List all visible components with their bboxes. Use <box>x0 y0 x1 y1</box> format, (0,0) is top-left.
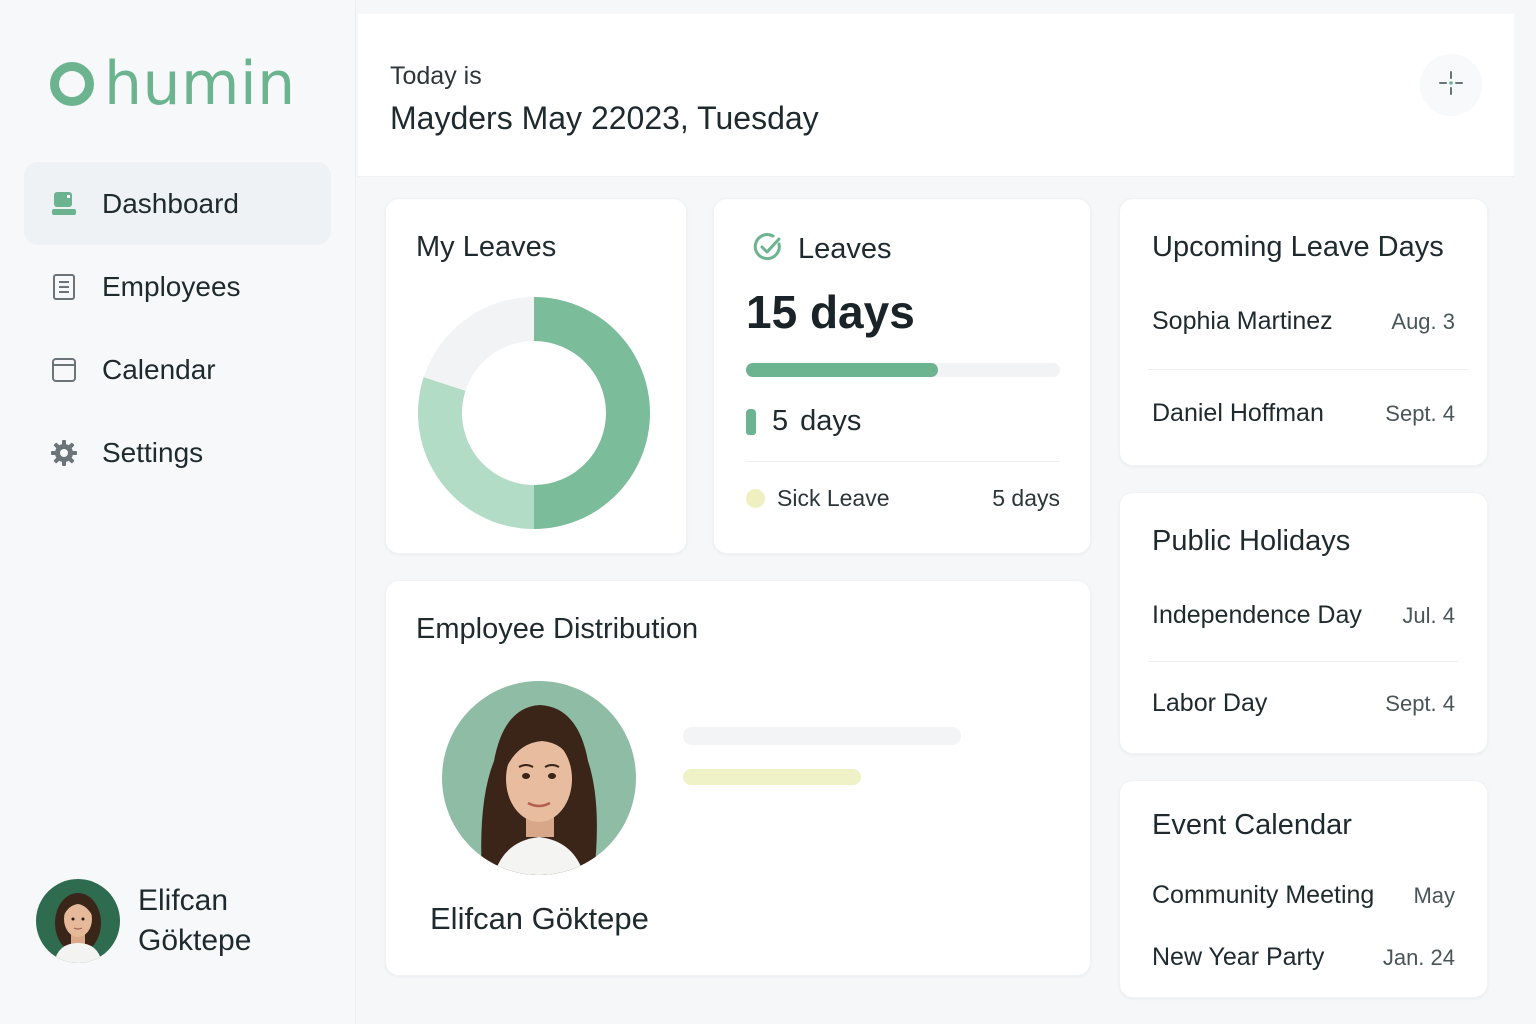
dashboard-icon <box>50 190 78 218</box>
used-marker-icon <box>746 408 756 435</box>
employee-distribution-card: Employee Distribution Elifcan Göktepe <box>385 580 1091 976</box>
leaves-card: Leaves 15 days 5 days Sick Leave 5 days <box>713 198 1091 554</box>
leaves-used: 5 days <box>746 405 861 438</box>
leaves-total: 15 days <box>746 286 915 338</box>
leaves-title: Leaves <box>798 233 892 265</box>
sick-leave-value: 5 days <box>992 485 1060 511</box>
header-action-button[interactable] <box>1420 54 1482 116</box>
sidebar-item-employees[interactable]: Employees <box>24 245 331 328</box>
today-date: Mayders May 22023, Tuesday <box>390 100 819 136</box>
brand-name: humin <box>104 49 296 119</box>
upcoming-leave-days-card: Upcoming Leave Days Sophia Martinez Aug.… <box>1119 198 1488 466</box>
public-holidays-card: Public Holidays Independence Day Jul. 4 … <box>1119 492 1488 754</box>
list-item[interactable]: Independence Day Jul. 4 <box>1152 601 1455 630</box>
brand-logo[interactable]: humin <box>50 52 296 116</box>
user-profile[interactable]: Elifcan Göktepe <box>36 879 308 963</box>
list-item-name: Daniel Hoffman <box>1152 399 1324 427</box>
sidebar-item-calendar[interactable]: Calendar <box>24 328 331 411</box>
sidebar-nav: Dashboard Employees Calendar Settings <box>24 162 331 494</box>
divider <box>746 461 1060 462</box>
sick-leave-label: Sick Leave <box>777 485 890 511</box>
sidebar-item-label: Employees <box>102 270 241 302</box>
donut-slice-1 <box>418 377 534 529</box>
sidebar: humin Dashboard Employees Calendar Setti… <box>0 0 356 1024</box>
holidays-title: Public Holidays <box>1152 525 1351 557</box>
avatar <box>36 879 120 963</box>
sidebar-item-label: Calendar <box>102 353 216 385</box>
list-item[interactable]: Community Meeting May <box>1152 881 1455 910</box>
employees-icon <box>50 273 78 301</box>
sidebar-item-settings[interactable]: Settings <box>24 411 331 494</box>
list-item-date: Jul. 4 <box>1402 602 1455 628</box>
leaves-header: Leaves <box>752 231 892 268</box>
leaves-donut-chart <box>418 297 650 529</box>
my-leaves-card: My Leaves <box>385 198 687 554</box>
page-header: Today is Mayders May 22023, Tuesday <box>358 14 1514 177</box>
list-item-date: Sept. 4 <box>1385 690 1455 716</box>
donut-slice-2 <box>423 297 534 391</box>
leaves-progress-fill <box>746 363 938 377</box>
list-item-name: Independence Day <box>1152 601 1362 629</box>
list-item[interactable]: Sophia Martinez Aug. 3 <box>1152 307 1455 336</box>
sick-leave-row: Sick Leave 5 days <box>746 485 1060 512</box>
my-leaves-title: My Leaves <box>416 231 557 263</box>
list-item-date: Sept. 4 <box>1385 400 1455 426</box>
employee-photo[interactable] <box>442 681 636 875</box>
list-item[interactable]: Daniel Hoffman Sept. 4 <box>1152 399 1455 428</box>
list-item-date: Jan. 24 <box>1382 944 1455 970</box>
list-item-name: Sophia Martinez <box>1152 307 1333 335</box>
list-item-date: Aug. 3 <box>1391 308 1455 334</box>
divider <box>1148 369 1469 370</box>
profile-name: Elifcan Göktepe <box>138 884 252 957</box>
list-item-date: May <box>1413 882 1455 908</box>
logo-ring-icon <box>50 62 94 106</box>
divider <box>1148 661 1459 662</box>
used-count: 5 <box>772 405 789 437</box>
gear-icon <box>50 439 78 467</box>
calendar-icon <box>50 356 78 384</box>
event-calendar-card: Event Calendar Community Meeting May New… <box>1119 780 1488 998</box>
list-item-name: Community Meeting <box>1152 881 1375 909</box>
events-title: Event Calendar <box>1152 809 1352 841</box>
today-label: Today is <box>390 62 482 90</box>
sparkle-icon <box>1438 70 1464 101</box>
sidebar-item-dashboard[interactable]: Dashboard <box>24 162 331 245</box>
list-item[interactable]: Labor Day Sept. 4 <box>1152 689 1455 718</box>
employee-name: Elifcan Göktepe <box>430 901 649 936</box>
donut-slice-0 <box>534 297 650 529</box>
list-item-name: Labor Day <box>1152 689 1268 717</box>
sidebar-item-label: Dashboard <box>102 187 239 219</box>
used-unit: days <box>800 405 862 437</box>
upcoming-title: Upcoming Leave Days <box>1152 231 1444 263</box>
placeholder-bar <box>683 727 961 745</box>
placeholder-bar-highlight <box>683 769 861 785</box>
leaves-progress-bar <box>746 363 1060 377</box>
employee-distribution-title: Employee Distribution <box>416 613 699 645</box>
sidebar-item-label: Settings <box>102 436 204 468</box>
list-item-name: New Year Party <box>1152 943 1325 971</box>
check-circle-icon <box>752 231 784 268</box>
sick-leave-dot-icon <box>746 489 765 508</box>
list-item[interactable]: New Year Party Jan. 24 <box>1152 943 1455 972</box>
